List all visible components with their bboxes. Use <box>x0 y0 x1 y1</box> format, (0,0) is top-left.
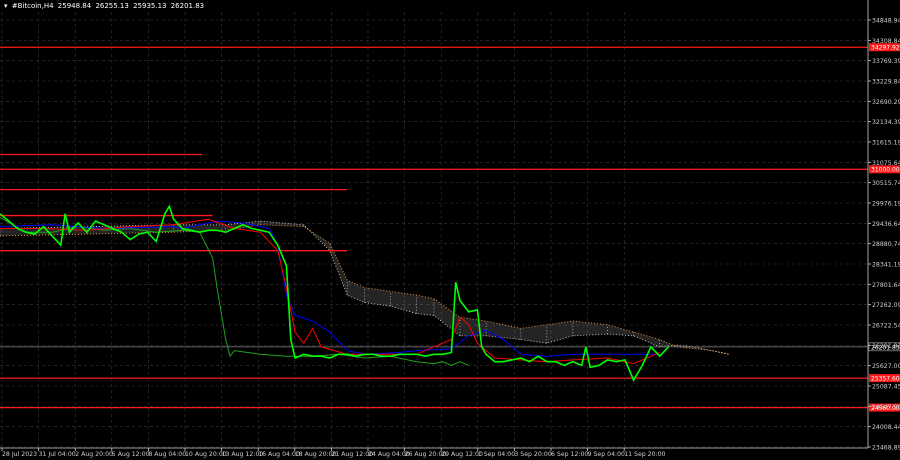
y-tick-label: 33769.39 <box>872 58 900 65</box>
y-tick-label: 33229.84 <box>872 79 900 86</box>
x-tick-label: 24 Aug 04:00 <box>368 451 410 458</box>
x-tick-label: 9 Sep 04:00 <box>588 451 625 458</box>
x-tick-label: 6 Sep 12:00 <box>551 451 588 458</box>
y-tick-label: 29976.19 <box>872 201 900 208</box>
x-tick-label: 11 Sep 20:00 <box>624 451 665 458</box>
x-tick-label: 18 Aug 20:00 <box>295 451 337 458</box>
x-tick-label: 2 Aug 20:00 <box>75 451 113 458</box>
y-tick-label: 25087.45 <box>872 384 900 391</box>
y-tick-label: 25627.00 <box>872 363 900 370</box>
level-price-label: 31000.00 <box>871 167 900 174</box>
level-price-label: 25357.60 <box>871 376 900 383</box>
y-tick-label: 30515.74 <box>872 180 900 187</box>
y-tick-label: 31615.19 <box>872 140 900 147</box>
x-tick-label: 31 Jul 04:00 <box>39 451 76 458</box>
x-tick-label: 8 Aug 04:00 <box>148 451 186 458</box>
y-tick-label: 29436.64 <box>872 221 900 228</box>
x-tick-label: 26 Aug 20:00 <box>405 451 447 458</box>
y-tick-label: 28880.74 <box>872 241 900 248</box>
x-tick-label: 5 Aug 12:00 <box>112 451 150 458</box>
x-tick-label: 28 Jul 2023 <box>2 451 37 458</box>
x-tick-label: 16 Aug 04:00 <box>258 451 300 458</box>
tenkan-sen-line <box>0 218 660 365</box>
y-tick-label: 27262.09 <box>872 302 900 309</box>
y-tick-label: 23468.89 <box>872 445 900 452</box>
y-tick-label: 24008.44 <box>872 424 900 431</box>
x-tick-label: 1 Sep 04:00 <box>478 451 515 458</box>
level-price-label: 34297.92 <box>871 45 900 52</box>
price-axis[interactable]: 34848.94 34308.84 33769.39 33229.84 32690.29… <box>867 0 900 452</box>
time-axis[interactable]: 28 Jul 2023 31 Jul 04:00 2 Aug 20:005 Aug … <box>0 447 868 458</box>
y-tick-label: 26201.83 <box>872 343 900 350</box>
x-tick-label: 10 Aug 20:00 <box>185 451 227 458</box>
y-tick-label: 34848.94 <box>872 18 900 25</box>
price-chart[interactable]: 34297.9231000.0025357.6024560.0026201.83… <box>0 0 900 460</box>
x-tick-label: 3 Sep 20:00 <box>514 451 551 458</box>
x-tick-label: 13 Aug 12:00 <box>222 451 264 458</box>
y-tick-label: 34308.84 <box>872 38 900 45</box>
chikou-span-line <box>0 216 469 366</box>
y-tick-label: 32134.39 <box>872 119 900 126</box>
y-tick-label: 28341.19 <box>872 262 900 269</box>
ichimoku-cloud <box>0 220 730 355</box>
y-tick-label: 26722.54 <box>872 323 900 330</box>
y-tick-label: 31075.64 <box>872 160 900 167</box>
x-tick-label: 21 Aug 12:00 <box>331 451 373 458</box>
cloud-fill <box>0 221 730 355</box>
x-tick-label: 29 Aug 12:00 <box>441 451 483 458</box>
y-tick-label: 27801.64 <box>872 282 900 289</box>
y-tick-label: 32690.29 <box>872 99 900 106</box>
y-tick-label: 24547.90 <box>872 404 900 411</box>
